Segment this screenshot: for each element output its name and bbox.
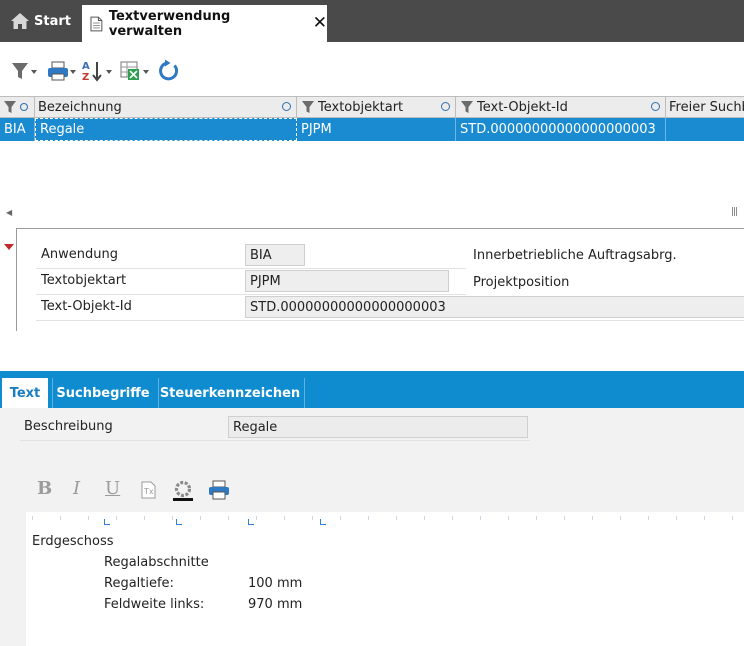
grid-header: Bezeichnung Textobjektart Text-Objekt-Id… <box>0 96 744 118</box>
table-cell-app[interactable]: BIA <box>0 118 35 141</box>
divider <box>16 228 744 229</box>
filter-icon <box>302 101 314 113</box>
refresh-button[interactable] <box>156 56 180 86</box>
column-options-icon[interactable] <box>20 103 28 111</box>
tab-stop-marker[interactable] <box>320 519 326 525</box>
field-row-textobjektart: Textobjektart PJPM <box>36 268 466 295</box>
column-resize-handle-icon[interactable]: ||| <box>731 207 738 217</box>
filter-icon <box>461 101 473 113</box>
tab-stop-marker[interactable] <box>104 519 110 525</box>
anwendung-description: Innerbetriebliche Auftragsabrg. <box>473 248 677 263</box>
column-header-label: Text-Objekt-Id <box>477 99 568 115</box>
column-header-label: Freier Suchb <box>669 99 744 115</box>
excel-export-icon <box>120 61 149 80</box>
field-row-beschreibung: Beschreibung Regale <box>20 414 530 441</box>
table-cell-freier-suchbegriff[interactable] <box>666 118 744 141</box>
cell-text: PJPM <box>301 122 332 137</box>
editor-line: Erdgeschoss <box>32 534 114 549</box>
column-options-icon[interactable] <box>282 102 291 111</box>
tab-textverwendung[interactable]: Textverwendung verwalten ✕ <box>82 5 327 42</box>
field-label: Anwendung <box>41 247 118 262</box>
print-text-button[interactable] <box>208 480 230 505</box>
anwendung-field: BIA <box>245 244 305 266</box>
svg-text:Z: Z <box>82 72 89 83</box>
field-row-anwendung: Anwendung BIA <box>36 242 466 269</box>
table-cell-textobjektid[interactable]: STD.00000000000000000003 <box>456 118 666 141</box>
field-label: Beschreibung <box>24 419 113 434</box>
column-header-bezeichnung[interactable]: Bezeichnung <box>35 97 297 117</box>
tab-stop-marker[interactable] <box>176 519 182 525</box>
text-editor[interactable]: Erdgeschoss Regalabschnitte Regaltiefe: … <box>26 528 744 646</box>
collapse-triangle-icon[interactable] <box>4 244 14 250</box>
refresh-icon <box>159 59 178 81</box>
svg-text:Tx: Tx <box>143 487 154 496</box>
textobjektid-field: STD.00000000000000000003 <box>245 296 744 318</box>
close-icon[interactable]: ✕ <box>313 15 327 32</box>
tab-text[interactable]: Text <box>2 378 48 408</box>
printer-icon <box>209 480 229 500</box>
filter-button[interactable] <box>10 56 38 86</box>
divider <box>304 378 305 408</box>
cell-text: STD.00000000000000000003 <box>460 122 656 137</box>
home-icon <box>11 13 29 29</box>
divider <box>16 229 17 331</box>
column-options-icon[interactable] <box>441 102 450 111</box>
editor-line-label: Regaltiefe: <box>104 576 174 591</box>
editor-line-value: 100 mm <box>248 576 303 591</box>
clear-format-icon: Tx <box>141 481 156 499</box>
text-color-button[interactable] <box>172 480 194 507</box>
toolbar: A Z <box>0 56 744 86</box>
filter-icon <box>4 101 16 113</box>
editor-line-value: 970 mm <box>248 597 303 612</box>
beschreibung-field[interactable]: Regale <box>228 416 528 438</box>
tab-textverwendung-label: Textverwendung verwalten <box>108 8 231 39</box>
cell-text: BIA <box>4 122 26 137</box>
printer-icon <box>48 61 76 81</box>
field-label: Textobjektart <box>41 273 127 288</box>
sort-button[interactable]: A Z <box>82 56 114 86</box>
table-cell-textobjektart[interactable]: PJPM <box>297 118 456 141</box>
export-excel-button[interactable] <box>119 56 151 86</box>
underline-button[interactable]: U <box>105 478 120 499</box>
column-options-icon[interactable] <box>651 102 660 111</box>
table-row[interactable]: BIA Regale PJPM STD.00000000000000000003 <box>0 118 744 141</box>
editor-toolbar: B I U Tx <box>28 478 258 504</box>
color-picker-icon <box>173 480 193 501</box>
tab-start[interactable]: Start <box>0 0 78 42</box>
print-button[interactable] <box>46 56 76 86</box>
column-filter-header[interactable] <box>0 97 35 117</box>
filter-icon <box>12 63 37 79</box>
italic-button[interactable]: I <box>73 478 80 499</box>
sort-az-icon: A Z <box>82 61 112 83</box>
scroll-left-icon[interactable]: ◀ <box>6 208 12 217</box>
cell-text: Regale <box>40 122 85 137</box>
editor-line-label: Feldweite links: <box>104 597 205 612</box>
column-header-textobjektid[interactable]: Text-Objekt-Id <box>456 97 666 117</box>
clear-format-button[interactable]: Tx <box>141 481 157 504</box>
tab-steuerkennzeichen[interactable]: Steuerkennzeichen <box>160 378 300 408</box>
textobjektart-description: Projektposition <box>473 275 570 290</box>
table-cell-bezeichnung[interactable]: Regale <box>35 118 297 141</box>
bold-button[interactable]: B <box>37 478 52 499</box>
ruler <box>26 512 744 528</box>
tab-suchbegriffe[interactable]: Suchbegriffe <box>54 378 152 408</box>
textobjektart-field: PJPM <box>245 270 449 292</box>
field-label: Text-Objekt-Id <box>41 299 132 314</box>
svg-text:A: A <box>82 61 90 72</box>
tab-bar: Start Textverwendung verwalten ✕ <box>0 0 744 42</box>
tab-start-label: Start <box>34 13 71 29</box>
field-row-textobjektid: Text-Objekt-Id STD.00000000000000000003 <box>36 294 744 321</box>
document-icon <box>90 16 103 31</box>
tab-stop-marker[interactable] <box>248 519 254 525</box>
column-header-textobjektart[interactable]: Textobjektart <box>297 97 456 117</box>
divider <box>52 378 53 408</box>
column-header-label: Bezeichnung <box>38 99 122 115</box>
column-header-label: Textobjektart <box>318 99 404 115</box>
subtab-bar: Text Suchbegriffe Steuerkennzeichen <box>0 371 744 408</box>
column-header-freier-suchbegriff[interactable]: Freier Suchb <box>666 97 744 117</box>
editor-line: Regalabschnitte <box>104 555 209 570</box>
